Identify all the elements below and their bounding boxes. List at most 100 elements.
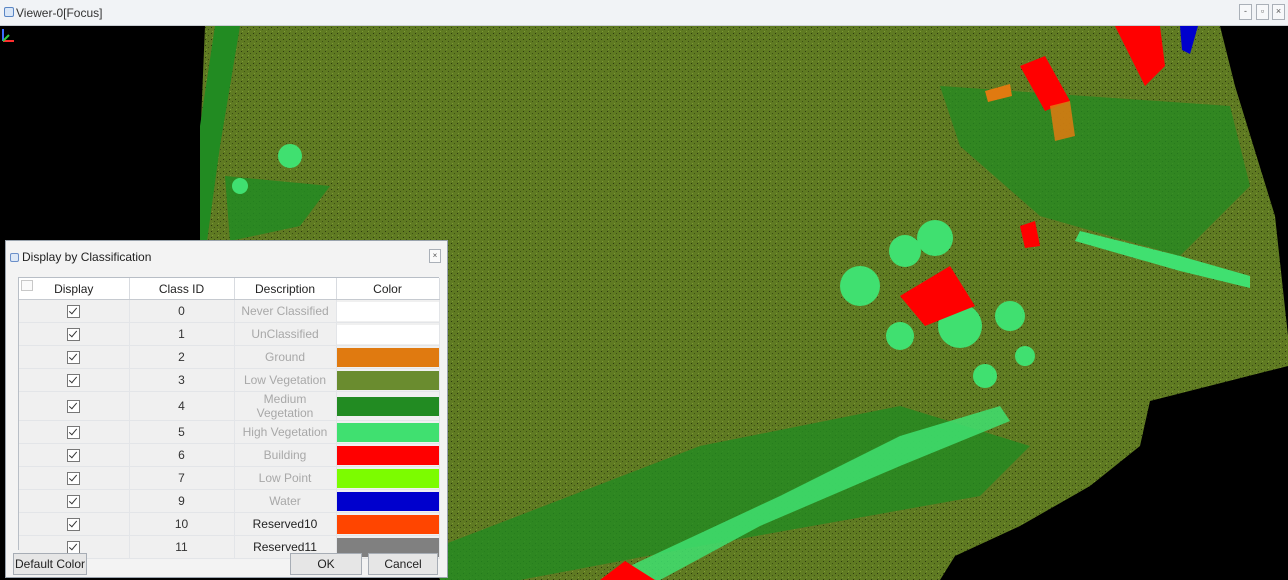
- table-row[interactable]: 10 Reserved10: [19, 512, 440, 536]
- viewer-titlebar: Viewer-0[Focus] - ▫ ×: [0, 0, 1288, 26]
- viewer-window-icon: [4, 7, 14, 17]
- display-cell: [19, 322, 130, 346]
- color-cell: [336, 443, 440, 467]
- display-checkbox[interactable]: [67, 518, 81, 532]
- description-cell[interactable]: Medium Vegetation: [234, 391, 337, 421]
- display-checkbox[interactable]: [67, 374, 81, 388]
- color-swatch[interactable]: [336, 347, 440, 367]
- table-row[interactable]: 1 UnClassified: [19, 322, 440, 346]
- tree: [917, 220, 953, 256]
- color-cell: [336, 466, 440, 490]
- cancel-button[interactable]: Cancel: [368, 553, 438, 575]
- display-checkbox[interactable]: [67, 400, 81, 414]
- tree: [995, 301, 1025, 331]
- color-cell: [336, 489, 440, 513]
- color-cell: [336, 322, 440, 346]
- display-cell: [19, 512, 130, 536]
- tree: [973, 364, 997, 388]
- display-cell: [19, 489, 130, 513]
- description-cell[interactable]: Building: [234, 443, 337, 467]
- display-checkbox[interactable]: [67, 449, 81, 463]
- column-header-color[interactable]: Color: [336, 278, 440, 300]
- ok-button[interactable]: OK: [290, 553, 362, 575]
- table-row[interactable]: 6 Building: [19, 443, 440, 467]
- dialog-icon: [10, 253, 19, 262]
- table-row[interactable]: 3 Low Vegetation: [19, 368, 440, 392]
- display-checkbox[interactable]: [67, 328, 81, 342]
- class-id-cell: 1: [129, 322, 235, 346]
- column-header-display[interactable]: Display: [19, 278, 130, 300]
- description-cell[interactable]: Ground: [234, 345, 337, 369]
- color-swatch[interactable]: [336, 445, 440, 465]
- color-swatch[interactable]: [336, 514, 440, 534]
- class-id-cell: 9: [129, 489, 235, 513]
- color-swatch[interactable]: [336, 396, 440, 416]
- dialog-close-button[interactable]: ×: [429, 249, 441, 263]
- column-header-class-id[interactable]: Class ID: [129, 278, 235, 300]
- color-cell: [336, 512, 440, 536]
- color-cell: [336, 345, 440, 369]
- column-header-display-label: Display: [54, 281, 94, 296]
- restore-button[interactable]: ▫: [1256, 4, 1269, 20]
- display-cell: [19, 391, 130, 421]
- display-cell: [19, 420, 130, 444]
- tree: [889, 235, 921, 267]
- viewer-title: Viewer-0[Focus]: [16, 6, 103, 20]
- minimize-button[interactable]: -: [1239, 4, 1252, 20]
- table-row[interactable]: 9 Water: [19, 489, 440, 513]
- select-all-checkbox[interactable]: [21, 280, 33, 291]
- table-header-row: Display Class ID Description Color: [19, 278, 440, 300]
- table-row[interactable]: 2 Ground: [19, 345, 440, 369]
- column-header-description[interactable]: Description: [234, 278, 337, 300]
- table-row[interactable]: 7 Low Point: [19, 466, 440, 490]
- display-cell: [19, 443, 130, 467]
- color-swatch[interactable]: [336, 422, 440, 442]
- color-swatch[interactable]: [336, 491, 440, 511]
- dialog-title-text: Display by Classification: [22, 250, 152, 264]
- tree: [840, 266, 880, 306]
- class-id-cell: 6: [129, 443, 235, 467]
- display-by-classification-dialog: Display by Classification × Display Clas…: [5, 240, 448, 578]
- color-swatch[interactable]: [336, 301, 440, 321]
- class-id-cell: 11: [129, 535, 235, 559]
- tree: [278, 144, 302, 168]
- description-cell[interactable]: Low Point: [234, 466, 337, 490]
- table-row[interactable]: 0 Never Classified: [19, 299, 440, 323]
- tree: [886, 322, 914, 350]
- classification-rows: 0 Never Classified 1 UnClassified 2 Ground 3 Lo…: [19, 299, 440, 559]
- axis-gizmo-icon: [2, 29, 14, 42]
- display-cell: [19, 345, 130, 369]
- class-id-cell: 10: [129, 512, 235, 536]
- display-checkbox[interactable]: [67, 351, 81, 365]
- color-swatch[interactable]: [336, 468, 440, 488]
- display-cell: [19, 466, 130, 490]
- table-row[interactable]: 4 Medium Vegetation: [19, 391, 440, 421]
- default-color-button[interactable]: Default Color: [13, 553, 87, 575]
- class-id-cell: 7: [129, 466, 235, 490]
- display-checkbox[interactable]: [67, 426, 81, 440]
- class-id-cell: 3: [129, 368, 235, 392]
- description-cell[interactable]: Low Vegetation: [234, 368, 337, 392]
- class-id-cell: 2: [129, 345, 235, 369]
- description-cell[interactable]: Water: [234, 489, 337, 513]
- description-cell[interactable]: Reserved10: [234, 512, 337, 536]
- class-id-cell: 0: [129, 299, 235, 323]
- classification-table-container: Display Class ID Description Color 0 Neve…: [18, 277, 440, 559]
- display-checkbox[interactable]: [67, 495, 81, 509]
- description-cell[interactable]: UnClassified: [234, 322, 337, 346]
- display-checkbox[interactable]: [67, 305, 81, 319]
- dialog-title: Display by Classification: [10, 250, 151, 264]
- close-viewer-button[interactable]: ×: [1272, 4, 1285, 20]
- description-cell[interactable]: High Vegetation: [234, 420, 337, 444]
- color-swatch[interactable]: [336, 324, 440, 344]
- color-cell: [336, 299, 440, 323]
- class-id-cell: 5: [129, 420, 235, 444]
- color-swatch[interactable]: [336, 370, 440, 390]
- tree: [232, 178, 248, 194]
- tree: [1015, 346, 1035, 366]
- color-cell: [336, 368, 440, 392]
- display-checkbox[interactable]: [67, 472, 81, 486]
- description-cell[interactable]: Never Classified: [234, 299, 337, 323]
- color-cell: [336, 420, 440, 444]
- table-row[interactable]: 5 High Vegetation: [19, 420, 440, 444]
